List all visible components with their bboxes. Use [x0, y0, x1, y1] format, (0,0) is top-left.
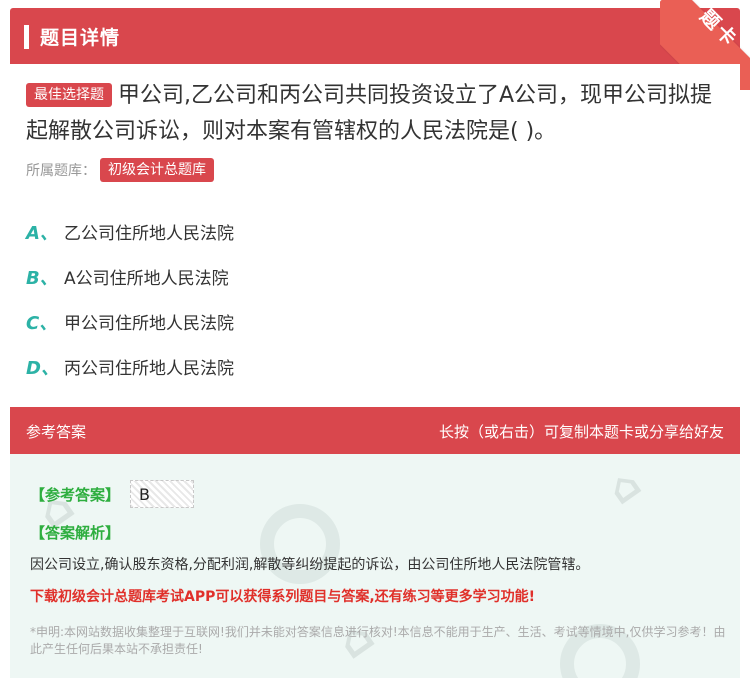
option-text: A公司住所地人民法院: [64, 269, 229, 289]
reference-answer-row: 【参考答案】 B: [30, 480, 195, 508]
disclaimer-text: *申明:本网站数据收集整理于互联网!我们并未能对答案信息进行核对!本信息不能用于…: [30, 625, 726, 656]
answer-section-title: 参考答案: [26, 423, 87, 441]
page-title: 题目详情: [40, 27, 121, 49]
answer-section-header: 参考答案 长按（或右击）可复制本题卡或分享给好友: [10, 407, 740, 454]
option-c[interactable]: C、 甲公司住所地人民法院: [26, 299, 726, 344]
option-text: 丙公司住所地人民法院: [64, 359, 234, 379]
bank-tag-link[interactable]: 初级会计总题库: [100, 158, 214, 182]
analysis-label: 【答案解析】: [30, 524, 121, 542]
reference-answer-label: 【参考答案】: [30, 485, 121, 504]
answer-section: ⌂ ⌂ ⌂ 【参考答案】 B 【答案解析】 因公司设立,确认股东资格,分配利润,…: [10, 454, 740, 678]
option-d[interactable]: D、 丙公司住所地人民法院: [26, 344, 726, 389]
page-header: 题目详情: [10, 8, 740, 64]
watermark-logo: ⌂: [599, 459, 650, 515]
option-a[interactable]: A、 乙公司住所地人民法院: [26, 209, 726, 254]
header-accent-bar: [24, 25, 29, 49]
option-text: 乙公司住所地人民法院: [64, 224, 234, 244]
option-letter: A、: [26, 222, 58, 244]
analysis-text: 因公司设立,确认股东资格,分配利润,解散等纠纷提起的诉讼，由公司住所地人民法院管…: [30, 557, 590, 573]
question-card: 最佳选择题 甲公司,乙公司和丙公司共同投资设立了A公司，现甲公司拟提起解散公司诉讼…: [10, 64, 740, 394]
option-list: A、 乙公司住所地人民法院 B、 A公司住所地人民法院 C、 甲公司住所地人民法…: [26, 209, 726, 389]
question-bank-row: 所属题库： 初级会计总题库: [26, 158, 214, 182]
reference-answer-value: B: [130, 480, 195, 508]
share-hint: 长按（或右击）可复制本题卡或分享给好友: [438, 423, 724, 441]
question-type-badge: 最佳选择题: [26, 83, 112, 107]
option-letter: C、: [26, 312, 58, 334]
question-stem: 最佳选择题 甲公司,乙公司和丙公司共同投资设立了A公司，现甲公司拟提起解散公司诉讼…: [26, 78, 726, 150]
question-text: 甲公司,乙公司和丙公司共同投资设立了A公司，现甲公司拟提起解散公司诉讼，则对本案…: [26, 83, 713, 144]
option-b[interactable]: B、 A公司住所地人民法院: [26, 254, 726, 299]
option-letter: B、: [26, 267, 58, 289]
download-app-link[interactable]: 下载初级会计总题库考试APP可以获得系列题目与答案,还有练习等更多学习功能!: [30, 586, 720, 606]
option-letter: D、: [26, 357, 59, 379]
option-text: 甲公司住所地人民法院: [64, 314, 234, 334]
bank-label: 所属题库：: [26, 163, 96, 179]
